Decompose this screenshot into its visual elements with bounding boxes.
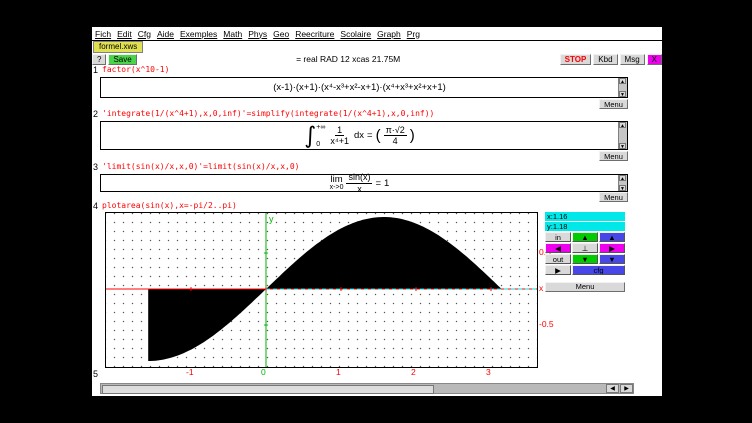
- lim-subscript: x->0: [330, 184, 344, 191]
- x-tick-label: -1: [186, 367, 194, 377]
- x-tick-labels: -1 0 1 2 3: [105, 367, 536, 377]
- output-area-1: (x-1)·(x+1)·(x⁴-x³+x²-x+1)·(x⁴+x³+x²+x+1…: [100, 77, 628, 98]
- graph-menu-button[interactable]: Menu: [545, 282, 625, 292]
- command-input-1[interactable]: factor(x^10-1): [102, 65, 169, 74]
- menu-edit[interactable]: Edit: [114, 29, 135, 39]
- left-paren: (: [376, 127, 381, 144]
- menu-cfg[interactable]: Cfg: [135, 29, 154, 39]
- y-axis-label: y: [269, 214, 274, 224]
- output-area-2: ∫ +∞ 0 1 x⁴+1 dx = ( π·√2 4: [100, 121, 628, 150]
- integral-icon: ∫: [304, 124, 316, 148]
- scroll-down-icon[interactable]: ▼: [619, 143, 626, 149]
- pan-right-button[interactable]: ▶: [599, 243, 625, 253]
- equals-sign: =: [375, 178, 381, 189]
- tab-row: formel.xws: [92, 41, 662, 53]
- xcas-window: FichEditCfgAideExemplesMathPhysGeoReecri…: [92, 27, 662, 396]
- help-button[interactable]: ?: [92, 54, 106, 65]
- zoom-in-button[interactable]: in: [545, 232, 571, 242]
- y-tick-label: -0.5: [539, 319, 554, 329]
- status-text: = real RAD 12 xcas 21.75M: [139, 54, 558, 64]
- msg-button[interactable]: Msg: [620, 54, 645, 65]
- level-number-4[interactable]: 4: [93, 201, 101, 211]
- output-scrollbar-3[interactable]: ▲ ▼: [618, 175, 627, 191]
- menu-button-1[interactable]: Menu: [599, 99, 628, 109]
- tab-formel-xws[interactable]: formel.xws: [93, 41, 143, 53]
- scroll-down-icon[interactable]: ▼: [619, 91, 626, 97]
- command-input-2[interactable]: 'integrate(1/(x^4+1),x,0,inf)'=simplify(…: [102, 109, 434, 118]
- result-fraction: π·√2 4: [384, 125, 407, 147]
- x-tick-label: 2: [411, 367, 416, 377]
- origin-label: 0: [261, 367, 266, 377]
- scroll-up-icon[interactable]: ▲: [619, 78, 626, 84]
- x-axis-label: x: [539, 283, 543, 293]
- menu-aide[interactable]: Aide: [154, 29, 177, 39]
- equals-sign: =: [367, 130, 373, 141]
- integral-lower-bound: 0: [316, 141, 325, 148]
- zoom-out-button[interactable]: out: [545, 254, 571, 264]
- output-scrollbar-1[interactable]: ▲ ▼: [618, 78, 627, 97]
- limit-formula: lim x->0 sin(x) x = 1: [330, 175, 390, 191]
- lim-symbol: lim: [330, 175, 342, 185]
- command-input-3[interactable]: 'limit(sin(x)/x,x,0)'=limit(sin(x)/x,x,0…: [102, 162, 299, 171]
- scroll-up-icon[interactable]: ▲: [619, 122, 626, 128]
- ortho-button[interactable]: ⊥: [572, 243, 598, 253]
- pan-left-button[interactable]: ◀: [545, 243, 571, 253]
- rotate-down-button[interactable]: ▼: [599, 254, 625, 264]
- plot-area[interactable]: y: [105, 212, 538, 368]
- menu-reecriture[interactable]: Reecriture: [292, 29, 337, 39]
- command-input-4[interactable]: plotarea(sin(x),x=-pi/2..pi): [102, 201, 237, 210]
- scroll-right-icon[interactable]: ▶: [620, 384, 633, 393]
- menu-math[interactable]: Math: [220, 29, 245, 39]
- right-paren: ): [410, 127, 415, 144]
- rotate-up-button[interactable]: ▲: [599, 232, 625, 242]
- save-button[interactable]: Save: [108, 54, 136, 65]
- scroll-up-icon[interactable]: ▲: [619, 175, 626, 181]
- graph-control-panel: x:1.16 y:1.18 in▲▲◀⊥▶out▼▼▶cfg Menu: [545, 212, 625, 294]
- x-tick-label: 1: [336, 367, 341, 377]
- x-tick-label: 3: [486, 367, 491, 377]
- level-number-1[interactable]: 1: [93, 65, 101, 75]
- stop-button[interactable]: STOP: [560, 54, 592, 65]
- level-number-3[interactable]: 3: [93, 162, 101, 172]
- plot-canvas[interactable]: y: [106, 213, 537, 367]
- cursor-x-readout: x:1.16: [545, 212, 625, 221]
- kbd-button[interactable]: Kbd: [593, 54, 617, 65]
- config-button[interactable]: cfg: [572, 265, 625, 275]
- level-number-2[interactable]: 2: [93, 109, 101, 119]
- level-number-5[interactable]: 5: [93, 369, 101, 379]
- menu-prg[interactable]: Prg: [404, 29, 423, 39]
- toolbar: ? Save = real RAD 12 xcas 21.75M STOP Kb…: [92, 53, 662, 65]
- integrand-fraction: 1 x⁴+1: [328, 125, 351, 147]
- limit-fraction: sin(x) x: [346, 172, 372, 194]
- screen: FichEditCfgAideExemplesMathPhysGeoReecri…: [0, 0, 752, 423]
- limit-result: 1: [384, 178, 389, 189]
- close-button[interactable]: X: [647, 54, 662, 65]
- menu-scolaire[interactable]: Scolaire: [337, 29, 374, 39]
- menu-geo[interactable]: Geo: [270, 29, 292, 39]
- menu-graph[interactable]: Graph: [374, 29, 404, 39]
- play-button[interactable]: ▶: [545, 265, 571, 275]
- menu-bar: FichEditCfgAideExemplesMathPhysGeoReecri…: [92, 27, 662, 41]
- factor-result: (x-1)·(x+1)·(x⁴-x³+x²-x+1)·(x⁴+x³+x²+x+1…: [273, 82, 446, 93]
- menu-phys[interactable]: Phys: [245, 29, 270, 39]
- scrollbar-thumb[interactable]: [102, 385, 434, 394]
- dx-symbol: dx: [354, 130, 364, 141]
- horizontal-scrollbar[interactable]: ◀ ▶: [100, 383, 634, 394]
- scroll-down-icon[interactable]: ▼: [619, 185, 626, 191]
- scroll-left-icon[interactable]: ◀: [606, 384, 619, 393]
- output-area-3: lim x->0 sin(x) x = 1 ▲ ▼: [100, 174, 628, 192]
- menu-fich[interactable]: Fich: [92, 29, 114, 39]
- output-scrollbar-2[interactable]: ▲ ▼: [618, 122, 627, 149]
- menu-button-3[interactable]: Menu: [599, 192, 628, 202]
- menu-button-2[interactable]: Menu: [599, 151, 628, 161]
- cursor-y-readout: y:1.18: [545, 222, 625, 231]
- integral-formula: ∫ +∞ 0 1 x⁴+1 dx = ( π·√2 4: [304, 122, 414, 149]
- menu-exemples[interactable]: Exemples: [177, 29, 220, 39]
- pan-down-button[interactable]: ▼: [572, 254, 598, 264]
- integral-upper-bound: +∞: [316, 124, 325, 131]
- pan-up-button[interactable]: ▲: [572, 232, 598, 242]
